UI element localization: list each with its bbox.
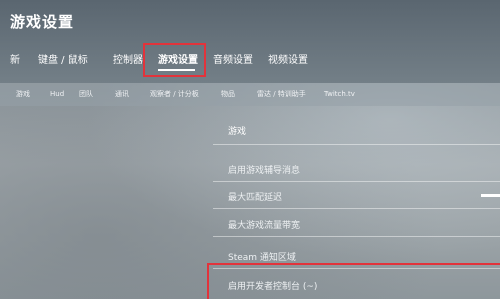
tab-controller[interactable]: 控制器 bbox=[113, 51, 143, 71]
subtab-radar-training[interactable]: 雷达 / 特训助手 bbox=[257, 88, 306, 100]
subtab-team[interactable]: 团队 bbox=[79, 88, 93, 100]
option-max-bandwidth[interactable]: 最大游戏流量带宽 bbox=[228, 218, 300, 231]
highlight-box-option bbox=[207, 263, 500, 299]
option-game-tutor-messages[interactable]: 启用游戏辅导消息 bbox=[228, 163, 300, 176]
scrollbar-thumb[interactable] bbox=[481, 194, 500, 197]
subtab-items[interactable]: 物品 bbox=[221, 88, 235, 100]
tab-audio-settings[interactable]: 音频设置 bbox=[213, 51, 253, 71]
option-divider bbox=[213, 208, 500, 209]
option-max-match-latency[interactable]: 最大匹配延迟 bbox=[228, 190, 282, 203]
option-divider bbox=[213, 236, 500, 237]
tab-new[interactable]: 新 bbox=[10, 51, 20, 71]
subtab-spectator-scoreboard[interactable]: 观察者 / 计分板 bbox=[150, 88, 199, 100]
tab-video-settings[interactable]: 视频设置 bbox=[268, 51, 308, 71]
sub-tab-band bbox=[0, 83, 500, 106]
subtab-hud[interactable]: Hud bbox=[50, 88, 64, 100]
highlight-box-tab bbox=[143, 43, 206, 77]
tab-keyboard-mouse[interactable]: 键盘 / 鼠标 bbox=[38, 51, 88, 71]
subtab-game[interactable]: 游戏 bbox=[16, 88, 30, 100]
option-divider bbox=[213, 181, 500, 182]
section-divider bbox=[213, 144, 500, 145]
option-steam-notification[interactable]: Steam 通知区域 bbox=[228, 250, 296, 263]
section-title: 游戏 bbox=[228, 127, 247, 137]
page-title: 游戏设置 bbox=[10, 13, 75, 31]
subtab-twitch[interactable]: Twitch.tv bbox=[324, 88, 355, 100]
subtab-communication[interactable]: 通讯 bbox=[115, 88, 129, 100]
